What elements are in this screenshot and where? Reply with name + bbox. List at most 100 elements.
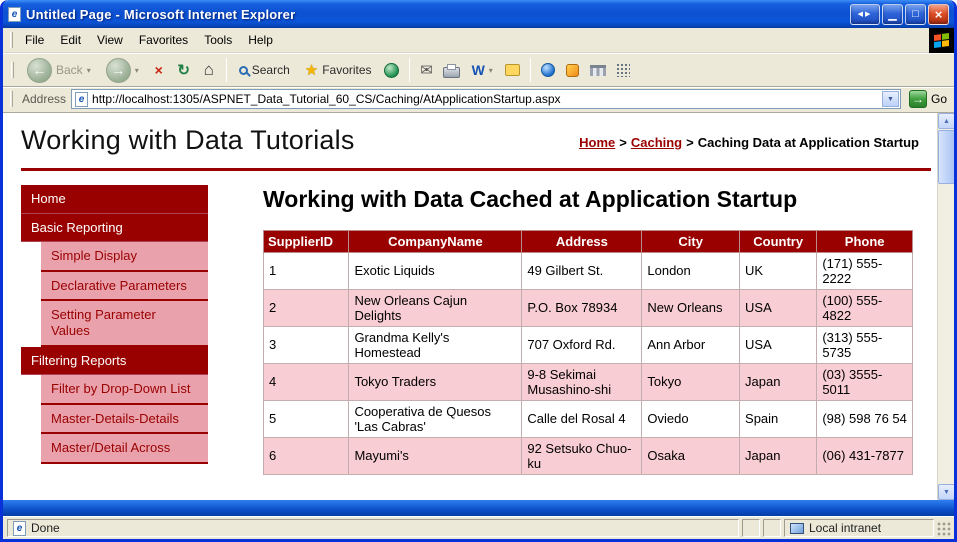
grid-icon [616,63,630,77]
grid-button[interactable] [612,58,634,82]
address-label: Address [22,92,66,106]
media-icon [384,63,399,78]
sidebar-item-setting-parameter-values[interactable]: Setting Parameter Values [41,301,208,346]
home-icon: ⌂ [204,60,214,80]
menu-item-view[interactable]: View [89,29,131,51]
table-cell: 92 Setsuko Chuo-ku [522,437,642,474]
back-dropdown-icon: ▾ [87,66,91,75]
menu-item-tools[interactable]: Tools [196,29,240,51]
table-cell: Spain [740,400,817,437]
windows-logo-icon [929,28,954,53]
breadcrumb-item-home[interactable]: Home [579,135,615,150]
discuss-button[interactable] [502,58,524,82]
title-bar[interactable]: e Untitled Page - Microsoft Internet Exp… [3,0,954,28]
sidebar-item-basic-reporting[interactable]: Basic Reporting [21,214,208,243]
suppliers-tbody: 1Exotic Liquids49 Gilbert St.LondonUK(17… [264,252,913,474]
column-header-address: Address [522,230,642,252]
breadcrumb-item-caching-data-at-application-startup: Caching Data at Application Startup [698,135,919,150]
sidebar-item-simple-display[interactable]: Simple Display [41,242,208,272]
table-row: 6Mayumi's92 Setsuko Chuo-kuOsakaJapan(06… [264,437,913,474]
column-header-supplierid: SupplierID [264,230,349,252]
forward-button[interactable]: → ▾ [100,55,145,86]
table-row: 1Exotic Liquids49 Gilbert St.LondonUK(17… [264,252,913,289]
refresh-icon: ↻ [177,61,190,79]
refresh-button[interactable]: ↻ [173,58,195,82]
sidebar-item-filter-by-drop-down-list[interactable]: Filter by Drop-Down List [41,375,208,405]
status-panel-empty [742,519,760,537]
sites-button[interactable] [587,58,609,82]
menu-item-file[interactable]: File [17,29,52,51]
research-button[interactable] [537,58,559,82]
resize-grip[interactable] [937,522,952,537]
address-input[interactable]: e http://localhost:1305/ASPNET_Data_Tuto… [71,89,901,109]
scroll-down-button[interactable]: ▼ [938,484,954,500]
mail-button[interactable]: ✉ [416,58,438,82]
address-dropdown-button[interactable]: ▼ [882,91,899,107]
scroll-up-button[interactable]: ▲ [938,113,954,129]
sidebar-item-home[interactable]: Home [21,185,208,214]
toolbar-separator [530,58,531,82]
suppliers-header-row: SupplierIDCompanyNameAddressCityCountryP… [264,230,913,252]
back-icon: ← [27,58,52,83]
table-cell: Calle del Rosal 4 [522,400,642,437]
print-icon [443,67,460,78]
address-bar-gripper[interactable] [10,91,13,107]
go-button[interactable]: → Go [906,90,950,108]
status-text: Done [31,521,60,535]
scrollbar-thumb[interactable] [938,130,954,184]
home-button[interactable]: ⌂ [198,58,220,82]
column-header-companyname: CompanyName [349,230,522,252]
table-cell: 4 [264,363,349,400]
table-cell: UK [740,252,817,289]
intranet-zone-icon [790,523,804,534]
toolbar-gripper[interactable] [11,62,14,78]
messenger-icon [566,64,579,77]
table-cell: 2 [264,289,349,326]
favorites-button[interactable]: ★ Favorites [299,58,378,82]
security-zone-panel: Local intranet [784,519,934,537]
go-label: Go [931,92,947,106]
suppliers-table: SupplierIDCompanyNameAddressCityCountryP… [263,230,913,475]
stop-button[interactable]: × [148,58,170,82]
column-header-phone: Phone [817,230,913,252]
edit-with-word-button[interactable]: W ▾ [466,59,499,81]
page-body: HomeBasic ReportingSimple DisplayDeclara… [21,185,931,475]
table-cell: 9-8 Sekimai Musashino-shi [522,363,642,400]
menu-item-edit[interactable]: Edit [52,29,89,51]
sidebar-item-filtering-reports[interactable]: Filtering Reports [21,347,208,376]
back-button[interactable]: ← Back ▾ [21,55,97,86]
ie-document-icon: e [8,7,21,22]
table-cell: Mayumi's [349,437,522,474]
vertical-scrollbar[interactable]: ▲ ▼ [937,113,954,500]
table-row: 3Grandma Kelly's Homestead707 Oxford Rd.… [264,326,913,363]
page-heading: Working with Data Cached at Application … [263,185,808,214]
mail-icon: ✉ [420,61,433,79]
sidebar-item-master-detail-across[interactable]: Master/Detail Across [41,434,208,464]
stop-icon: × [155,62,163,78]
menu-item-help[interactable]: Help [240,29,281,51]
sidebar-item-declarative-parameters[interactable]: Declarative Parameters [41,272,208,302]
address-url[interactable]: http://localhost:1305/ASPNET_Data_Tutori… [92,92,878,106]
maximize-button[interactable]: □ [905,4,926,25]
table-cell: (06) 431-7877 [817,437,913,474]
breadcrumb: Home>Caching>Caching Data at Application… [579,121,927,150]
zone-text: Local intranet [809,521,881,535]
media-button[interactable] [381,58,403,82]
column-header-country: Country [740,230,817,252]
menu-item-favorites[interactable]: Favorites [131,29,196,51]
print-button[interactable] [441,58,463,82]
breadcrumb-item-caching[interactable]: Caching [631,135,682,150]
messenger-button[interactable] [562,58,584,82]
toolbar-separator [409,58,410,82]
table-cell: (100) 555-4822 [817,289,913,326]
close-button[interactable]: × [928,4,949,25]
page-header: Working with Data Tutorials Home>Caching… [21,121,931,171]
menu-bar-gripper[interactable] [10,32,13,48]
minimize-button[interactable]: ▁ [882,4,903,25]
sidebar-item-master-details-details[interactable]: Master-Details-Details [41,405,208,435]
forward-dropdown-icon: ▾ [135,66,139,75]
column-header-city: City [642,230,740,252]
search-button[interactable]: Search [233,60,296,80]
titlebar-nav-arrows-button[interactable]: ◀▶ [850,4,880,25]
table-cell: USA [740,326,817,363]
